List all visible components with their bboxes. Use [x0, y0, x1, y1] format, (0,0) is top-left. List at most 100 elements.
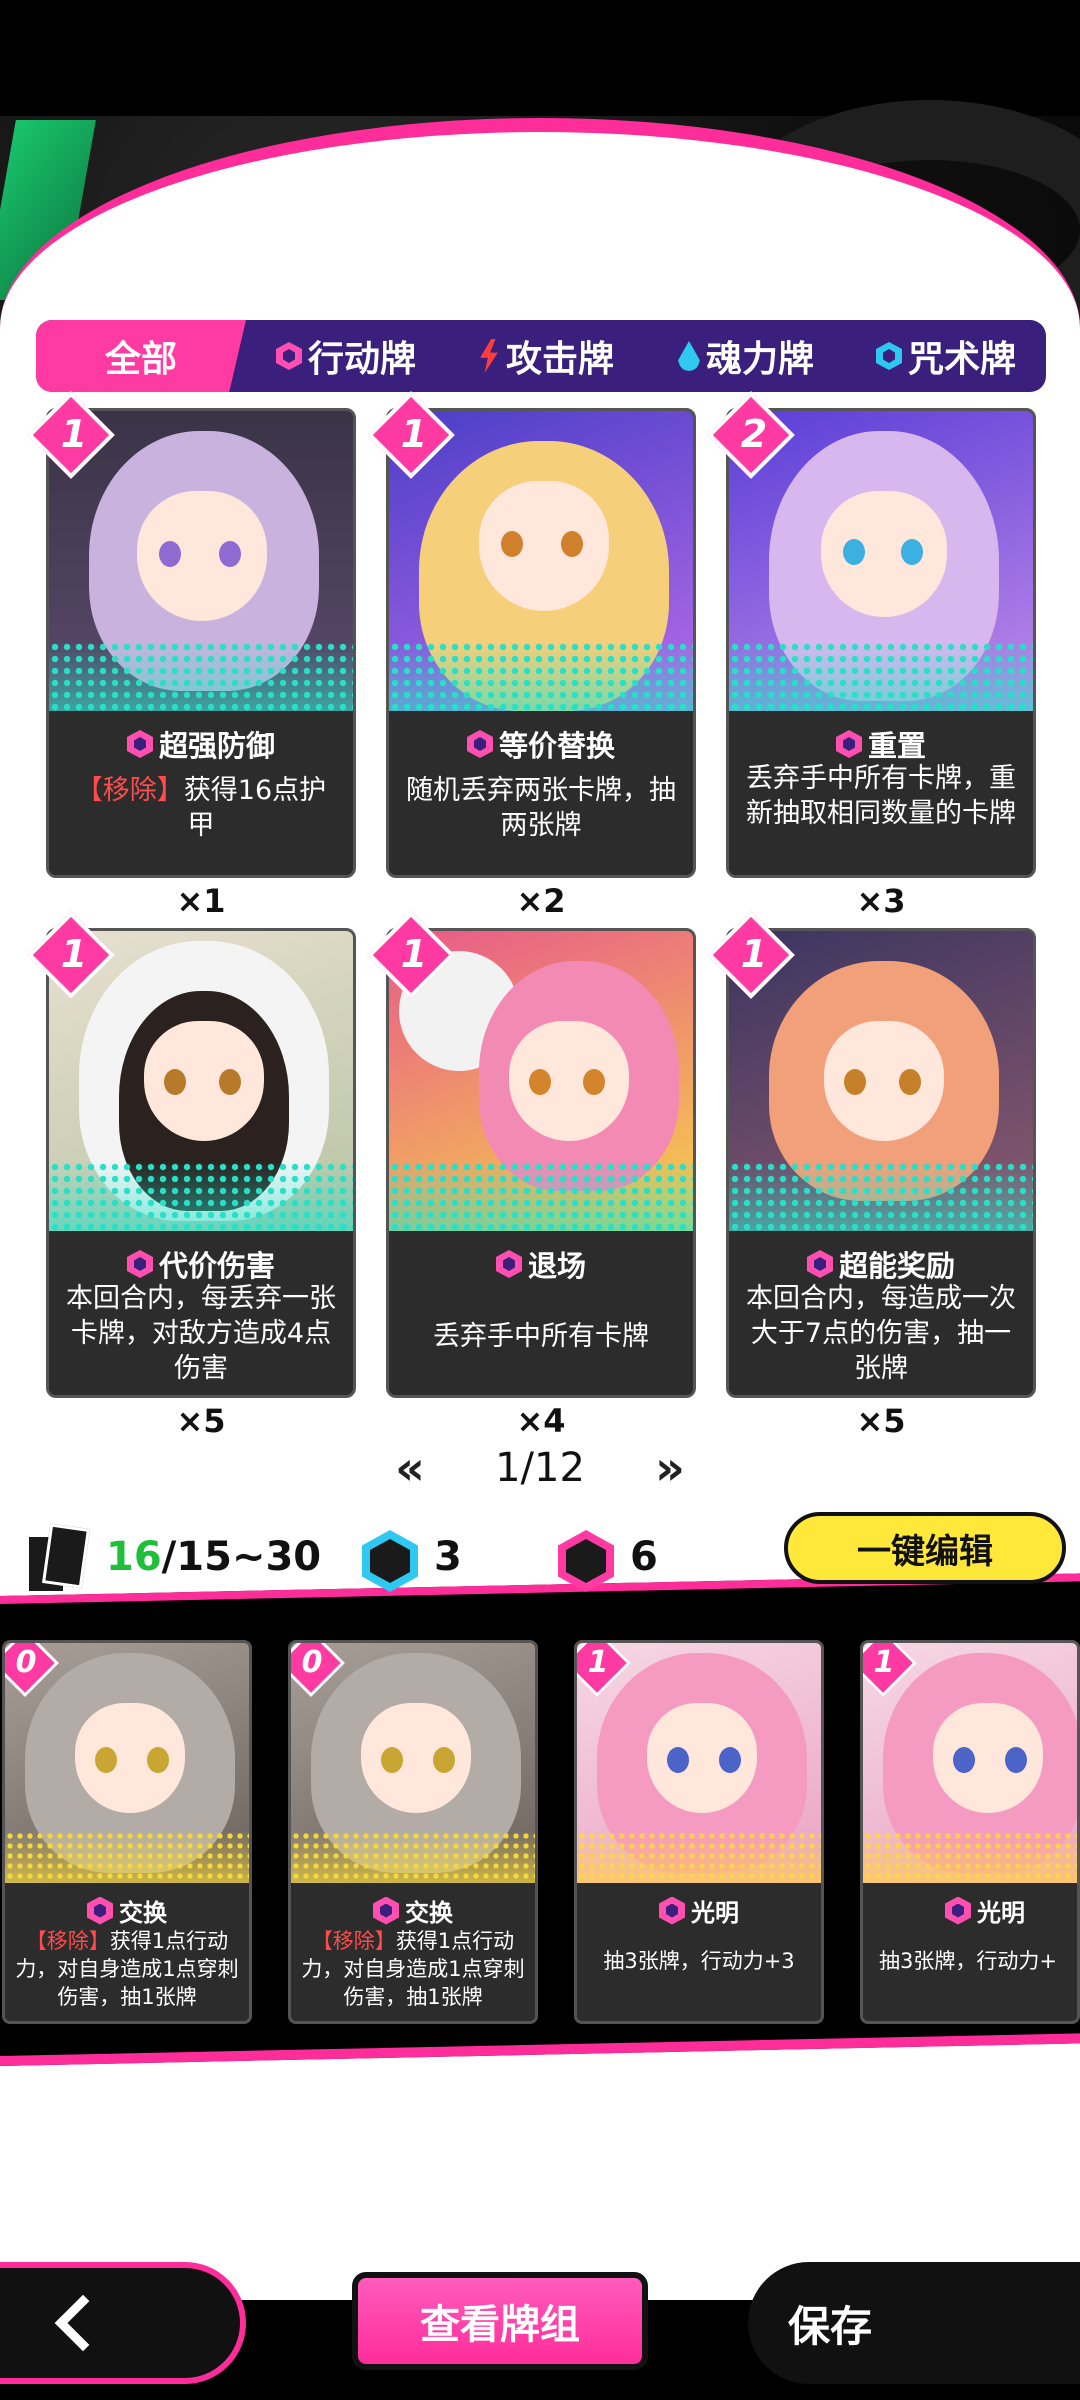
- eye-shape: [159, 541, 181, 567]
- eye-shape: [719, 1747, 741, 1773]
- halftone-band: [577, 1831, 821, 1883]
- card-artwork: [49, 411, 353, 711]
- card-body: 光明 抽3张牌，行动力+: [863, 1883, 1077, 2021]
- halftone-band: [49, 641, 353, 711]
- tab-label: 攻击牌: [505, 339, 614, 380]
- tab-label: 全部: [104, 339, 177, 380]
- card-title: 光明: [863, 1893, 1077, 1928]
- deck-card[interactable]: 光明 抽3张牌，行动力+3 1: [574, 1640, 824, 2024]
- deck-card[interactable]: 光明 抽3张牌，行动力+ 1: [860, 1640, 1080, 2024]
- eye-shape: [219, 541, 241, 567]
- card-type-tabs: 全部 行动牌 攻击牌 魂力牌 咒术牌: [36, 320, 1046, 392]
- cyan-stat-value: 3: [434, 1534, 462, 1580]
- card-description: 【移除】获得1点行动力，对自身造成1点穿刺伤害，抽1张牌: [295, 1927, 531, 2011]
- halftone-band: [5, 1831, 249, 1883]
- face-shape: [824, 1021, 944, 1141]
- card-body: 光明 抽3张牌，行动力+3: [577, 1883, 821, 2021]
- deck-stats-bar: 16/15~30 3 6 一键编辑: [26, 1512, 1066, 1608]
- eye-shape: [164, 1069, 186, 1095]
- eye-shape: [501, 531, 523, 557]
- pagination: « 1/12 »: [380, 1438, 700, 1498]
- one-click-edit-button[interactable]: 一键编辑: [784, 1512, 1066, 1584]
- collection-card[interactable]: 重置 丢弃手中所有卡牌，重新抽取相同数量的卡牌 2 ×3: [707, 391, 1036, 920]
- hexagon-icon: [875, 342, 902, 370]
- card-count: ×5: [856, 1402, 906, 1440]
- tab-soul[interactable]: 魂力牌: [646, 320, 846, 392]
- card-name: 代价伤害: [158, 1249, 275, 1283]
- collection-card[interactable]: 等价替换 随机丢弃两张卡牌，抽两张牌 1 ×2: [367, 391, 696, 920]
- card-name: 等价替换: [498, 729, 615, 763]
- halftone-band: [729, 641, 1033, 711]
- cost-value: 0: [301, 1645, 323, 1680]
- collection-card[interactable]: 超强防御 【移除】获得16点护甲 1 ×1: [27, 391, 356, 920]
- card-title: 重置: [729, 723, 1033, 765]
- halftone-band: [49, 1161, 353, 1231]
- card-name: 重置: [867, 729, 926, 763]
- eye-shape: [583, 1069, 605, 1095]
- card-artwork: [729, 411, 1033, 711]
- card-desc-text: 获得16点护甲: [183, 775, 327, 841]
- tab-action[interactable]: 行动牌: [246, 320, 446, 392]
- eye-shape: [844, 1069, 866, 1095]
- tab-label: 魂力牌: [705, 339, 814, 380]
- tab-label: 咒术牌: [907, 339, 1016, 380]
- card-description: 丢弃手中所有卡牌，重新抽取相同数量的卡牌: [746, 763, 1016, 829]
- card-title: 交换: [291, 1893, 535, 1928]
- eye-shape: [433, 1747, 455, 1773]
- tab-all[interactable]: 全部: [36, 320, 246, 392]
- card-frame: 代价伤害 本回合内，每丢弃一张卡牌，对敌方造成4点伤害: [46, 928, 356, 1398]
- save-button[interactable]: 保存: [748, 2262, 1080, 2384]
- collection-card[interactable]: 退场 丢弃手中所有卡牌 1 ×4: [367, 911, 696, 1440]
- back-arrow-icon: [54, 2294, 112, 2352]
- remove-tag: 【移除】: [75, 775, 184, 806]
- halftone-band: [389, 1161, 693, 1231]
- page-indicator: 1/12: [495, 1445, 585, 1491]
- card-name: 光明: [977, 1899, 1025, 1927]
- card-frame: 重置 丢弃手中所有卡牌，重新抽取相同数量的卡牌: [726, 408, 1036, 878]
- hexagon-icon: [835, 730, 862, 758]
- eye-shape: [901, 539, 923, 565]
- prev-page-button[interactable]: «: [380, 1441, 440, 1495]
- tab-attack[interactable]: 攻击牌: [446, 320, 646, 392]
- card-name: 退场: [527, 1249, 586, 1283]
- deck-card[interactable]: 交换 【移除】获得1点行动力，对自身造成1点穿刺伤害，抽1张牌 0: [2, 1640, 252, 2024]
- card-description: 抽3张牌，行动力+3: [603, 1949, 795, 1973]
- face-shape: [509, 1021, 629, 1141]
- back-button[interactable]: [0, 2262, 246, 2384]
- deck-card-row: 交换 【移除】获得1点行动力，对自身造成1点穿刺伤害，抽1张牌 0 交换 【移除…: [0, 1640, 1080, 2030]
- view-deck-button[interactable]: 查看牌组: [352, 2272, 648, 2370]
- halftone-band: [291, 1831, 535, 1883]
- card-body: 重置 丢弃手中所有卡牌，重新抽取相同数量的卡牌: [729, 711, 1033, 875]
- hexagon-icon: [495, 1250, 522, 1278]
- eye-shape: [529, 1069, 551, 1095]
- card-count: ×3: [856, 882, 906, 920]
- eye-shape: [561, 531, 583, 557]
- cyan-hexagon-icon: [362, 1530, 418, 1592]
- hexagon-icon: [275, 342, 302, 370]
- card-count: ×4: [516, 1402, 566, 1440]
- card-artwork: [49, 931, 353, 1231]
- cost-value: 2: [740, 412, 768, 456]
- card-artwork: [389, 411, 693, 711]
- card-description: 抽3张牌，行动力+: [879, 1949, 1057, 1973]
- face-shape: [144, 1021, 264, 1141]
- halftone-band: [863, 1831, 1077, 1883]
- deck-card[interactable]: 交换 【移除】获得1点行动力，对自身造成1点穿刺伤害，抽1张牌 0: [288, 1640, 538, 2024]
- card-title: 等价替换: [389, 723, 693, 765]
- cost-value: 1: [400, 412, 428, 456]
- tab-curse[interactable]: 咒术牌: [846, 320, 1046, 392]
- eye-shape: [95, 1747, 117, 1773]
- card-name: 超能奖励: [838, 1249, 955, 1283]
- card-back-shape: [42, 1523, 90, 1589]
- card-frame: 退场 丢弃手中所有卡牌: [386, 928, 696, 1398]
- card-body: 等价替换 随机丢弃两张卡牌，抽两张牌: [389, 711, 693, 875]
- collection-card[interactable]: 代价伤害 本回合内，每丢弃一张卡牌，对敌方造成4点伤害 1 ×5: [27, 911, 356, 1440]
- eye-shape: [667, 1747, 689, 1773]
- card-title: 超能奖励: [729, 1243, 1033, 1285]
- cost-value: 1: [873, 1645, 895, 1680]
- eye-shape: [381, 1747, 403, 1773]
- eye-shape: [899, 1069, 921, 1095]
- collection-card[interactable]: 超能奖励 本回合内，每造成一次大于7点的伤害，抽一张牌 1 ×5: [707, 911, 1036, 1440]
- hexagon-icon: [806, 1250, 833, 1278]
- next-page-button[interactable]: »: [640, 1441, 700, 1495]
